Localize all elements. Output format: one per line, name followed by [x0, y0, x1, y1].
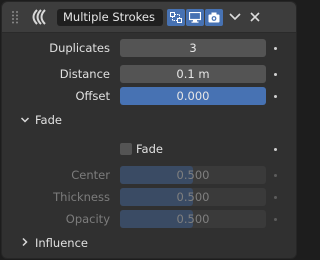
chevron-right-icon[interactable] [20, 237, 30, 247]
drag-grip-icon[interactable] [11, 10, 21, 24]
chevron-down-icon[interactable] [20, 115, 30, 125]
duplicates-label: Duplicates [49, 41, 110, 55]
render-toggle[interactable] [205, 9, 223, 26]
offset-label: Offset [75, 89, 110, 103]
duplicates-field[interactable]: 3 [120, 39, 266, 57]
multiple-strokes-icon [32, 9, 46, 25]
chevron-down-icon[interactable] [228, 11, 242, 23]
viewport-icon [189, 12, 201, 23]
keyframe-dot[interactable] [274, 174, 277, 177]
keyframe-dot[interactable] [274, 47, 277, 50]
thickness-slider[interactable]: 0.500 [120, 188, 266, 206]
edit-mode-toggle[interactable] [167, 9, 185, 26]
offset-slider[interactable]: 0.000 [120, 87, 266, 105]
modifier-header: Multiple Strokes [2, 2, 296, 33]
render-camera-icon [208, 12, 220, 23]
center-label: Center [71, 168, 110, 182]
fade-section-header[interactable]: Fade [35, 113, 62, 127]
modifier-panel: Multiple Strokes Duplicates 3 Distance 0… [1, 1, 297, 259]
edit-mode-icon [170, 12, 182, 23]
distance-label: Distance [59, 67, 110, 81]
keyframe-dot[interactable] [274, 218, 277, 221]
fade-checkbox[interactable] [120, 143, 132, 155]
influence-section-header[interactable]: Influence [35, 236, 88, 250]
opacity-slider[interactable]: 0.500 [120, 210, 266, 228]
keyframe-dot[interactable] [274, 95, 277, 98]
keyframe-dot[interactable] [274, 148, 277, 151]
keyframe-dot[interactable] [274, 196, 277, 199]
modifier-name-field[interactable]: Multiple Strokes [57, 9, 163, 26]
center-slider[interactable]: 0.500 [120, 166, 266, 184]
distance-field[interactable]: 0.1 m [120, 65, 266, 83]
close-icon[interactable] [248, 10, 262, 24]
keyframe-dot[interactable] [274, 73, 277, 76]
thickness-label: Thickness [53, 190, 110, 204]
opacity-label: Opacity [65, 212, 110, 226]
fade-checkbox-label: Fade [136, 142, 163, 156]
viewport-toggle[interactable] [186, 9, 204, 26]
